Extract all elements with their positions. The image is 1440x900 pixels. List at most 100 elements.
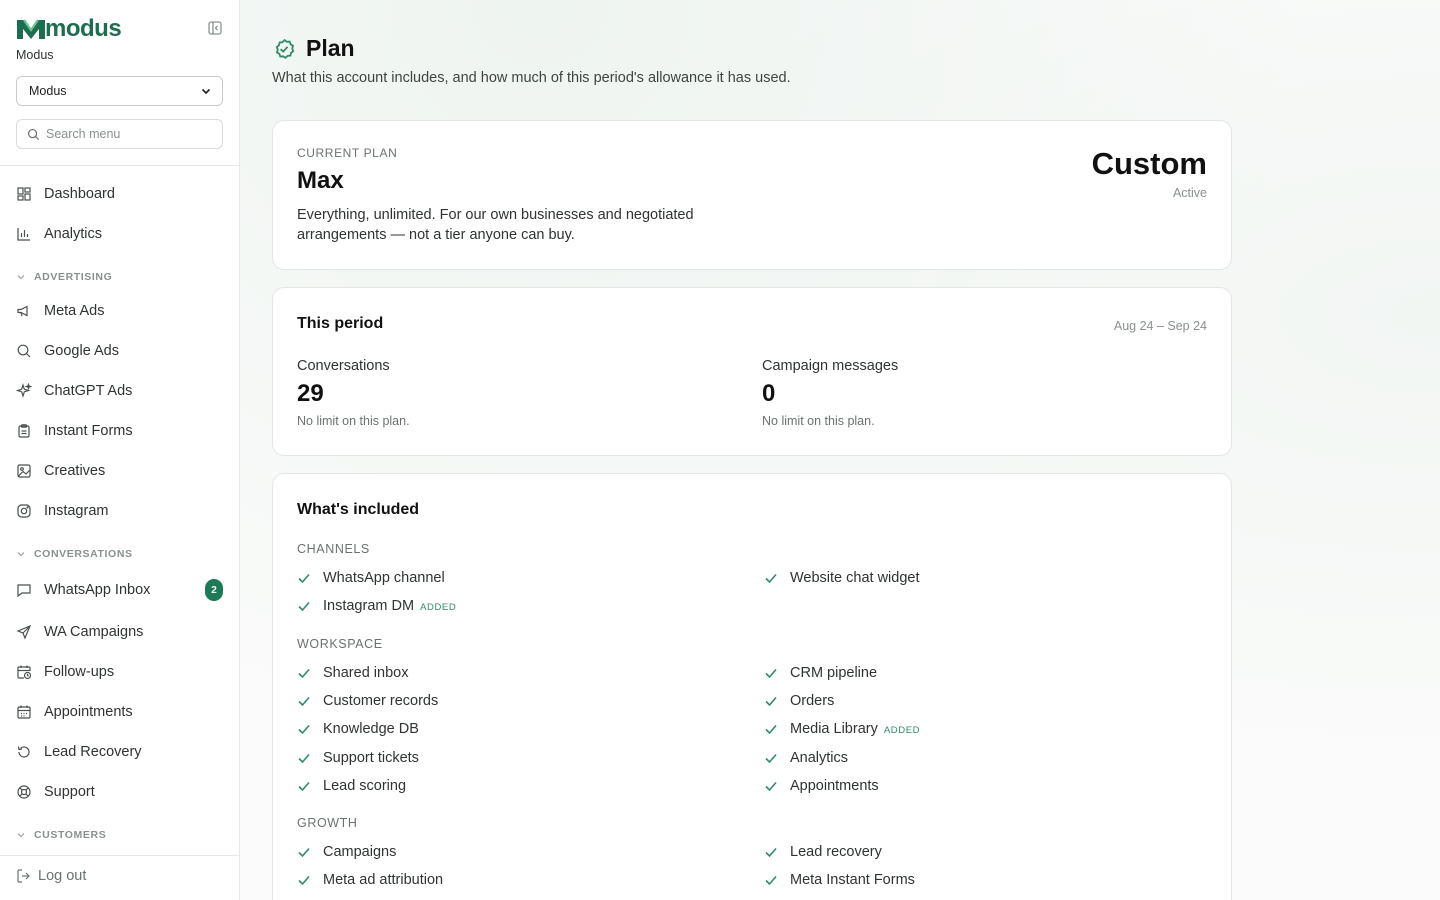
check-icon (298, 724, 310, 735)
plan-tier: Custom (1091, 146, 1207, 181)
sidebar-item-chatgpt-ads[interactable]: ChatGPT Ads (16, 377, 223, 405)
check-icon (298, 753, 310, 764)
section-conversations[interactable]: CONVERSATIONS (16, 547, 133, 561)
sidebar-item-label: Dashboard (44, 186, 115, 202)
feature-label: Lead recovery (790, 844, 882, 860)
sidebar-item-label: Lead Recovery (44, 744, 142, 760)
feature-item: Meta Instant Forms (764, 870, 915, 890)
sidebar-item-label: Analytics (44, 226, 103, 242)
metric-note: No limit on this plan. (762, 414, 875, 428)
chevron-down-icon (17, 275, 25, 280)
feature-label: Lead scoring (323, 778, 407, 794)
sidebar: modus Modus Modus Dashboard Analytics AD… (0, 0, 240, 900)
included-title: What's included (297, 501, 420, 518)
sidebar-item-label: Meta Ads (44, 303, 105, 319)
sidebar-item-wa-campaigns[interactable]: WA Campaigns (16, 618, 223, 646)
section-label: ADVERTISING (34, 271, 113, 283)
current-plan-card: CURRENT PLAN Max Everything, unlimited. … (272, 120, 1232, 270)
check-icon (765, 847, 777, 858)
image-icon (17, 464, 31, 478)
send-icon (16, 624, 32, 640)
sidebar-item-instagram[interactable]: Instagram (16, 497, 223, 525)
chevron-down-icon (17, 552, 25, 557)
search-input[interactable] (46, 127, 206, 141)
search-icon (17, 344, 31, 358)
sidebar-item-label: Instant Forms (44, 423, 133, 439)
group-label-growth: GROWTH (297, 816, 358, 830)
search-menu-box[interactable] (16, 119, 223, 149)
bar-chart-icon (17, 228, 30, 241)
feature-label: Website chat widget (790, 570, 920, 586)
feature-label: CRM pipeline (790, 665, 878, 681)
brand-name: modus (45, 15, 122, 42)
included-features-card: What's included CHANNELS WhatsApp channe… (272, 473, 1232, 900)
org-select[interactable]: Modus (16, 76, 223, 106)
sidebar-item-label: Google Ads (44, 343, 119, 359)
metric-campaign-messages: Campaign messages 0 No limit on this pla… (762, 358, 898, 428)
logout-label: Log out (38, 868, 87, 884)
feature-label: Orders (790, 693, 835, 709)
feature-item: Support tickets (297, 748, 419, 768)
feature-item: Knowledge DB (297, 719, 419, 739)
check-icon (765, 724, 777, 735)
section-label: CONVERSATIONS (34, 548, 133, 560)
sidebar-item-follow-ups[interactable]: Follow-ups (16, 658, 223, 686)
metric-label: Conversations (297, 358, 390, 374)
megaphone-icon (17, 305, 28, 317)
sidebar-item-creatives[interactable]: Creatives (16, 457, 223, 485)
feature-item: Appointments (764, 776, 879, 796)
feature-item: Lead scoring (297, 776, 406, 796)
feature-item: Website chat widget (764, 568, 920, 588)
message-square-icon (17, 584, 31, 598)
brand-logo[interactable]: modus (16, 15, 122, 42)
feature-item: Meta ad attribution (297, 870, 443, 890)
sidebar-item-support[interactable]: Support (16, 778, 223, 806)
section-customers[interactable]: CUSTOMERS (16, 828, 106, 842)
plan-status: Active (1172, 186, 1207, 200)
feature-label: Customer records (323, 693, 439, 709)
feature-item: Campaigns (297, 842, 396, 862)
sidebar-item-lead-recovery[interactable]: Lead Recovery (16, 738, 223, 766)
sidebar-item-whatsapp-inbox[interactable]: WhatsApp Inbox 2 (16, 576, 223, 604)
dashboard-icon (17, 187, 31, 201)
check-icon (298, 668, 310, 679)
plan-description: Everything, unlimited. For our own busin… (297, 207, 694, 243)
sidebar-item-dashboard[interactable]: Dashboard (16, 180, 223, 208)
org-label: Modus (16, 48, 54, 62)
feature-item: Analytics (764, 748, 848, 768)
added-tag: ADDED (420, 601, 457, 613)
logout-button[interactable]: Log out (16, 868, 86, 884)
feature-item: Media Library ADDED (764, 719, 920, 739)
unread-badge: 2 (205, 579, 223, 601)
check-icon (765, 781, 777, 792)
added-tag: ADDED (883, 724, 921, 736)
metric-value: 29 (297, 380, 324, 407)
feature-label: Campaigns (323, 844, 397, 860)
main-content: Plan What this account includes, and how… (240, 0, 1440, 900)
section-advertising[interactable]: ADVERTISING (16, 270, 112, 284)
sidebar-item-meta-ads[interactable]: Meta Ads (16, 297, 223, 325)
sidebar-item-analytics[interactable]: Analytics (16, 220, 223, 248)
check-icon (298, 696, 310, 707)
metric-label: Campaign messages (762, 358, 899, 374)
metric-note: No limit on this plan. (297, 414, 410, 428)
page-subtitle: What this account includes, and how much… (272, 70, 791, 86)
check-icon (765, 696, 777, 707)
check-icon (298, 601, 310, 612)
sidebar-item-appointments[interactable]: Appointments (16, 698, 223, 726)
calendar-icon (17, 705, 31, 719)
sidebar-item-label: WA Campaigns (44, 624, 144, 640)
plan-name: Max (297, 167, 344, 194)
collapse-sidebar-icon[interactable] (207, 20, 223, 36)
sidebar-item-google-ads[interactable]: Google Ads (16, 337, 223, 365)
sidebar-item-instant-forms[interactable]: Instant Forms (16, 417, 223, 445)
instagram-icon (17, 504, 31, 518)
chevron-down-icon (201, 88, 211, 95)
page-title: Plan (306, 35, 355, 61)
metric-conversations: Conversations 29 No limit on this plan. (297, 358, 410, 428)
current-plan-eyebrow: CURRENT PLAN (297, 146, 398, 160)
check-icon (765, 573, 777, 584)
check-icon (298, 875, 310, 886)
feature-label: Meta Instant Forms (790, 872, 915, 888)
feature-label: Knowledge DB (323, 721, 419, 737)
